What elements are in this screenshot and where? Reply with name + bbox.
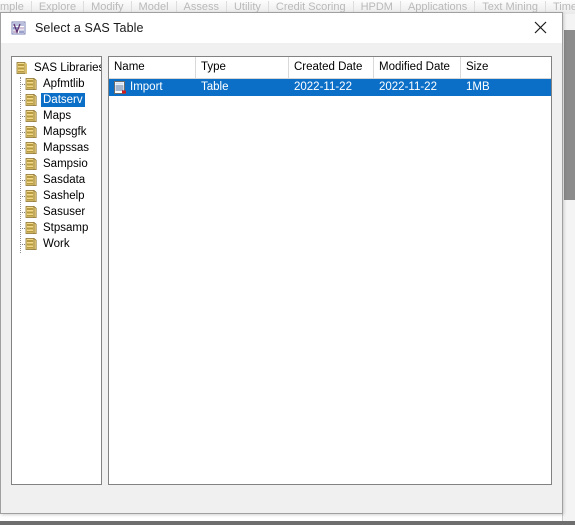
tree-item-apfmtlib[interactable]: Apfmtlib [12,76,101,92]
library-icon [25,109,37,123]
tree-item-sashelp[interactable]: Sashelp [12,188,101,204]
close-icon[interactable] [518,13,562,42]
table-header-row: Name Type Created Date Modified Date Siz… [109,57,551,79]
tree-item-label: Maps [43,110,72,122]
column-header-modified-date[interactable]: Modified Date [374,57,461,78]
cell-modified-date[interactable]: 2022-11-22 [374,79,461,96]
tree-item-maps[interactable]: Maps [12,108,101,124]
sas-libraries-icon [16,61,28,75]
sas-libraries-tree[interactable]: SAS Libraries Apfmtlib Datserv Maps Mapsgfk M… [11,56,102,485]
library-icon [25,205,37,219]
column-header-name[interactable]: Name [109,57,196,78]
tree-item-label: Mapsgfk [43,126,87,138]
library-icon [25,93,37,107]
table-row[interactable]: Import Table 2022-11-22 2022-11-22 1MB [109,79,551,96]
background-scroll-thumb[interactable] [564,30,575,200]
cell-size[interactable]: 1MB [461,79,551,96]
cell-name[interactable]: Import [109,79,196,96]
dialog-body: SAS Libraries Apfmtlib Datserv Maps Mapsgfk M… [1,43,562,513]
tree-item-sampsio[interactable]: Sampsio [12,156,101,172]
dialog-title: Select a SAS Table [35,21,144,35]
background-scroll-track[interactable] [562,14,575,525]
library-icon [25,125,37,139]
tree-item-label: SAS Libraries [34,62,102,74]
screen: mple Explore Modify Model Assess Utility Credi… [0,0,575,525]
tree-item-label: Stpsamp [43,222,89,234]
library-icon [25,141,37,155]
library-icon [25,221,37,235]
library-icon [25,77,37,91]
cell-name-text: Import [130,81,163,93]
column-header-type[interactable]: Type [196,57,289,78]
library-icon [25,157,37,171]
tree-item-mapssas[interactable]: Mapssas [12,140,101,156]
tree-item-sasuser[interactable]: Sasuser [12,204,101,220]
tree-item-sasdata[interactable]: Sasdata [12,172,101,188]
tree-item-label: Mapssas [43,142,90,154]
library-icon [25,237,37,251]
sas-table-icon [11,20,27,36]
tree-item-label: Apfmtlib [43,78,85,90]
tree-item-work[interactable]: Work [12,236,101,252]
cell-type[interactable]: Table [196,79,289,96]
sas-table-list[interactable]: Name Type Created Date Modified Date Siz… [108,56,552,485]
tree-item-label: Sashelp [43,190,85,202]
tree-item-mapsgfk[interactable]: Mapsgfk [12,124,101,140]
table-row-icon [114,81,127,94]
dialog-titlebar[interactable]: Select a SAS Table [1,13,562,43]
tree-item-label: Work [43,238,70,250]
column-header-created-date[interactable]: Created Date [289,57,374,78]
tree-item-label: Sampsio [43,158,88,170]
dialog-button-bar: Get Details Properties... Refresh OK Can… [1,515,562,525]
library-icon [25,173,37,187]
tree-item-label: Sasuser [43,206,86,218]
select-sas-table-dialog: Select a SAS Table SAS Libraries Apfmtlib… [0,12,563,514]
tree-item-datserv[interactable]: Datserv [12,92,101,108]
tree-item-label: Sasdata [43,174,86,186]
tree-item-label: Datserv [41,93,85,107]
cell-created-date[interactable]: 2022-11-22 [289,79,374,96]
tree-root-node[interactable]: SAS Libraries [12,60,101,76]
library-icon [25,189,37,203]
tree-item-stpsamp[interactable]: Stpsamp [12,220,101,236]
column-header-size[interactable]: Size [461,57,551,78]
